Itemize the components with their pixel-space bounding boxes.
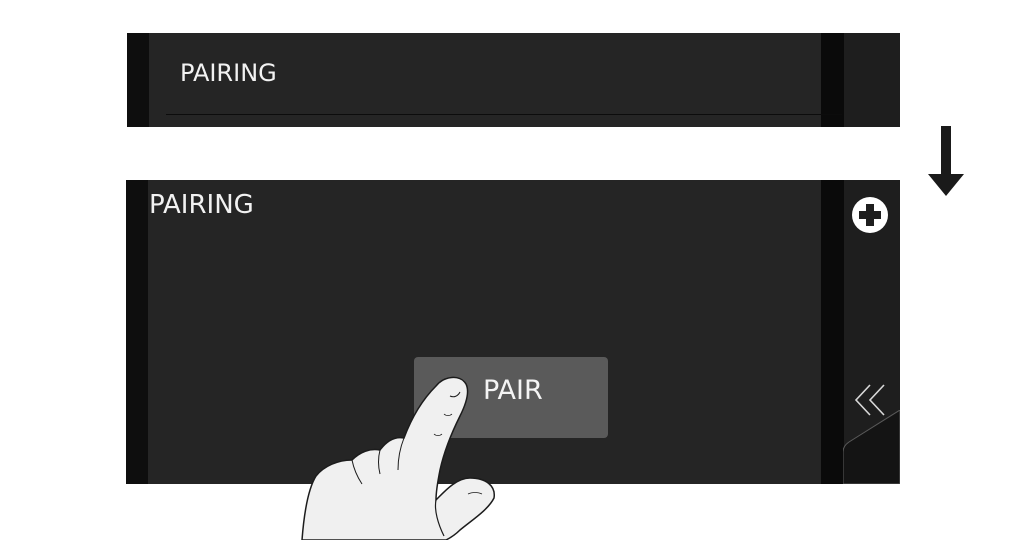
bottom-screen-left-bezel — [126, 180, 148, 484]
finger-tap-icon — [301, 376, 495, 540]
top-screen-left-bezel — [127, 33, 149, 127]
corner-tab — [843, 410, 900, 484]
top-screen-side-panel — [844, 33, 900, 127]
arrow-down-icon — [928, 126, 964, 196]
bottom-screen-right-bezel — [821, 180, 844, 484]
bottom-screen-panel — [126, 180, 900, 484]
top-screen-divider — [166, 114, 842, 115]
bottom-screen-title: PAIRING — [149, 190, 254, 220]
top-screen-title: PAIRING — [180, 59, 277, 87]
plus-circle-icon[interactable] — [851, 196, 889, 234]
double-chevron-left-icon[interactable] — [852, 383, 888, 417]
top-screen-right-bezel — [821, 33, 844, 127]
